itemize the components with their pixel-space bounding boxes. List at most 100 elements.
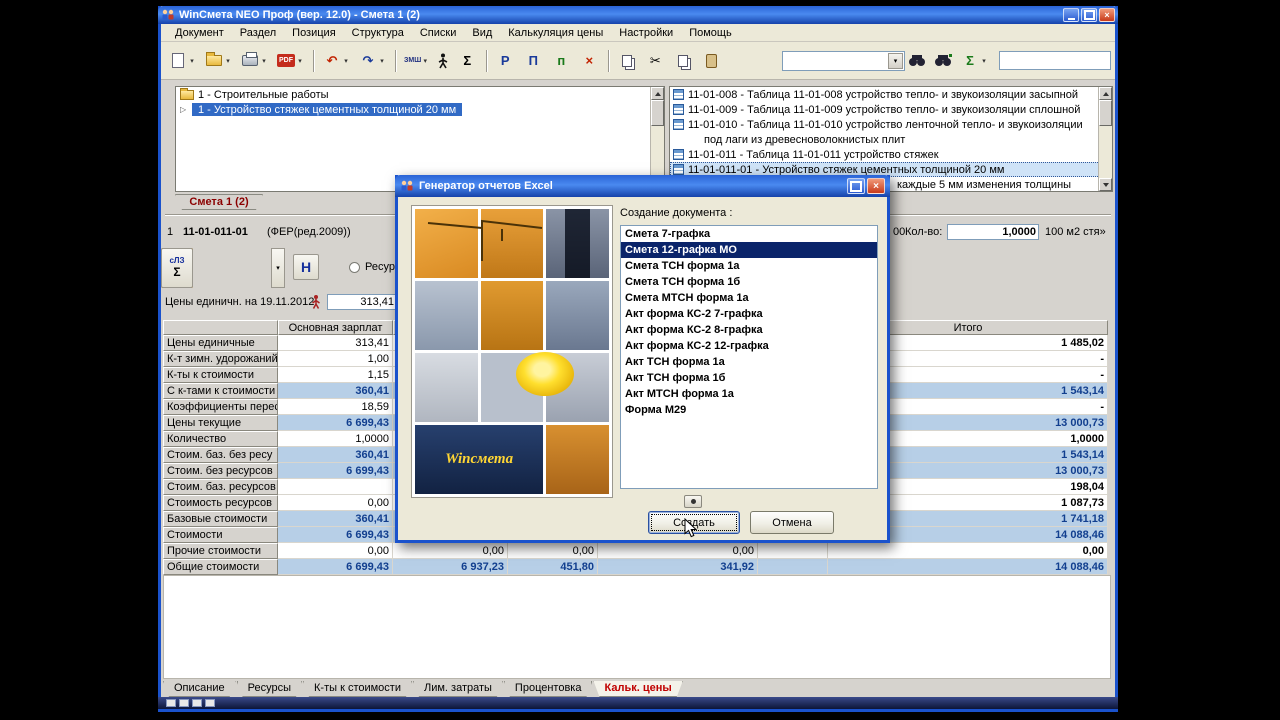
bottom-tab[interactable]: Ресурсы [237,681,302,697]
menu-item[interactable]: Списки [412,25,465,41]
walking-person-button[interactable] [434,48,452,74]
unit-price-input[interactable] [327,294,397,310]
combobox-caret-icon[interactable]: ▾ [888,52,903,69]
catalog-scrollbar[interactable] [1098,87,1112,191]
status-sheet-icon[interactable] [205,699,215,707]
undo-button[interactable]: ↶ ▾ [319,48,353,74]
grid-cell[interactable]: 0,00 [598,543,758,559]
report-type-item[interactable]: Смета МТСН форма 1а [621,290,877,306]
grid-cell[interactable]: 0,00 [508,543,598,559]
search-next-button[interactable] [931,48,955,74]
scroll-up-icon[interactable] [651,87,664,100]
sum-button[interactable]: Σ [454,48,480,74]
report-type-item[interactable]: Форма М29 [621,402,877,418]
sheet-tab-smeta[interactable]: Смета 1 (2) [175,194,263,210]
redo-button[interactable]: ↷ ▾ [355,48,389,74]
maximize-button[interactable] [1081,8,1097,22]
close-button[interactable]: × [1099,8,1115,22]
status-sheet-icon[interactable] [166,699,176,707]
quantity-input[interactable] [947,224,1039,240]
catalog-item[interactable]: 11-01-010 - Таблица 11-01-010 устройство… [670,117,1112,132]
menu-item[interactable]: Раздел [232,25,284,41]
cut-button[interactable]: ✂ [642,48,668,74]
status-sheet-icon[interactable] [179,699,189,707]
header-cell-osn-zarplata[interactable]: Основная зарплат [278,320,393,335]
open-button[interactable]: ▾ [201,48,235,74]
status-sheet-icon[interactable] [192,699,202,707]
report-type-item[interactable]: Смета ТСН форма 1а [621,258,877,274]
pdf-export-button[interactable]: PDF ▾ [273,48,307,74]
calc-mode-dropdown[interactable]: ▾ [271,248,285,288]
catalog-item[interactable]: 11-01-009 - Таблица 11-01-009 устройство… [670,102,1112,117]
scroll-thumb[interactable] [651,100,664,126]
grid-cell[interactable]: 360,41 [278,383,393,399]
grid-cell[interactable]: 0,00 [278,543,393,559]
report-type-item[interactable]: Акт ТСН форма 1б [621,370,877,386]
grid-cell[interactable]: 1,00 [278,351,393,367]
grid-cell[interactable]: 6 699,43 [278,463,393,479]
zmsh-button[interactable]: ЗМШ ▾ [401,48,432,74]
report-type-item[interactable]: Акт форма КС-2 12-графка [621,338,877,354]
grid-cell[interactable]: 6 699,43 [278,559,393,575]
tree-selected-item[interactable]: ▷ 1 - Устройство стяжек цементных толщин… [176,102,664,117]
cancel-button[interactable]: Отмена [750,511,834,534]
calc-mode-button[interactable]: сЛЗ Σ [161,248,193,288]
grid-cell[interactable] [758,543,828,559]
bottom-tab[interactable]: Описание [163,681,236,697]
paste-button[interactable] [698,48,724,74]
report-type-item[interactable]: Смета 7-графка [621,226,877,242]
r-button[interactable]: Р [492,48,518,74]
scroll-up-icon[interactable] [1099,87,1112,100]
menu-item[interactable]: Документ [167,25,232,41]
p-button[interactable]: П [520,48,546,74]
p-small-button[interactable]: п [548,48,574,74]
toolbar-combobox[interactable]: ▾ [782,50,905,71]
grid-cell[interactable]: 0,00 [393,543,508,559]
grid-cell[interactable]: 0,00 [278,495,393,511]
resource-radio[interactable] [349,262,360,273]
print-button[interactable]: ▾ [237,48,271,74]
menu-item[interactable]: Вид [464,25,500,41]
scroll-thumb[interactable] [1099,100,1112,126]
sum-select-button[interactable]: Σ ▾ [957,48,991,74]
catalog-item[interactable]: 11-01-008 - Таблица 11-01-008 устройство… [670,87,1112,102]
tree-root-item[interactable]: 1 - Строительные работы [176,87,664,102]
menu-item[interactable]: Настройки [611,25,681,41]
menu-item[interactable]: Структура [344,25,412,41]
title-bar[interactable]: WinСмета NEO Проф (вер. 12.0) - Смета 1 … [158,6,1118,24]
catalog-item[interactable]: 11-01-011 - Таблица 11-01-011 устройство… [670,147,1112,162]
scroll-down-icon[interactable] [1099,178,1112,191]
grid-cell[interactable]: 1,0000 [278,431,393,447]
grid-cell[interactable]: 6 699,43 [278,527,393,543]
grid-cell[interactable]: 6 937,23 [393,559,508,575]
bottom-tab[interactable]: Процентовка [504,681,593,697]
copy-button[interactable] [670,48,696,74]
delete-button[interactable]: × [576,48,602,74]
bottom-tab[interactable]: К-ты к стоимости [303,681,412,697]
report-options-button[interactable] [684,495,702,508]
report-type-item[interactable]: Смета 12-графка МО [621,242,877,258]
grid-cell[interactable]: 18,59 [278,399,393,415]
expander-icon[interactable]: ▷ [180,105,188,114]
new-document-button[interactable]: ▾ [165,48,199,74]
bottom-tab[interactable]: Лим. затраты [413,681,503,697]
grid-cell[interactable]: 313,41 [278,335,393,351]
grid-cell[interactable]: 360,41 [278,447,393,463]
minimize-button[interactable] [1063,8,1079,22]
grid-cell[interactable]: 1,15 [278,367,393,383]
dialog-restore-button[interactable] [847,178,865,194]
report-type-item[interactable]: Акт форма КС-2 8-графка [621,322,877,338]
menu-item[interactable]: Калькуляция цены [500,25,611,41]
report-type-item[interactable]: Акт МТСН форма 1а [621,386,877,402]
report-type-listbox[interactable]: Смета 7-графка Смета 12-графка МО Смета ТС… [620,225,878,489]
report-type-item[interactable]: Смета ТСН форма 1б [621,274,877,290]
n-button[interactable]: Н [293,254,319,280]
toolbar-search-input[interactable] [999,51,1111,70]
catalog-item[interactable]: под лаги из древесноволокнистых плит [670,132,1112,147]
grid-cell[interactable]: 341,92 [598,559,758,575]
search-button[interactable] [905,48,929,74]
report-type-item[interactable]: Акт форма КС-2 7-графка [621,306,877,322]
grid-cell[interactable] [758,559,828,575]
copy-position-button[interactable] [614,48,640,74]
dialog-title-bar[interactable]: Генератор отчетов Excel × [395,175,890,197]
